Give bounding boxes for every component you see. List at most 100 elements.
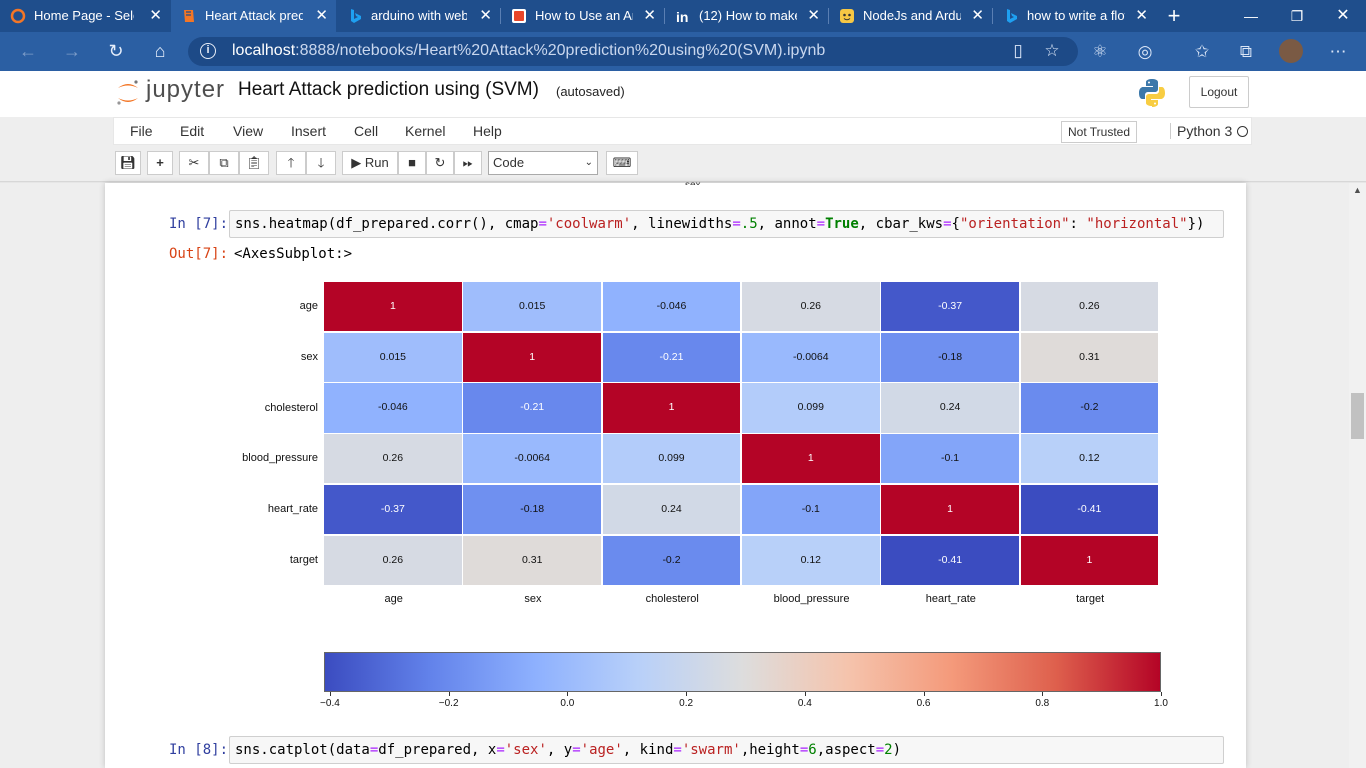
cut-icon[interactable]: ✂ (179, 151, 209, 175)
heatmap-column-label: sex (524, 593, 542, 606)
menu-edit[interactable]: Edit (180, 123, 204, 139)
logout-button[interactable]: Logout (1189, 76, 1249, 108)
copy-icon[interactable]: ⧉ (209, 151, 239, 175)
browser-tab[interactable]: how to write a flov ✕ (993, 0, 1156, 32)
tab-title: Heart Attack predi (205, 8, 303, 23)
close-icon[interactable]: ✕ (643, 0, 656, 32)
run-icon: ▶ (351, 155, 365, 170)
colorbar-tick-label: 0.4 (797, 698, 812, 709)
colorbar-tick-mark (686, 692, 688, 696)
tab-title: (12) How to make (699, 8, 797, 23)
back-icon[interactable]: ← (8, 32, 48, 71)
close-icon[interactable]: ✕ (1135, 0, 1148, 32)
heatmap-cell: 0.31 (463, 535, 602, 585)
menu-view[interactable]: View (233, 123, 263, 139)
code-cell-input[interactable]: sns.heatmap(df_prepared.corr(), cmap='co… (229, 210, 1224, 238)
insert-cell-icon[interactable]: + (147, 151, 173, 175)
close-icon[interactable]: ✕ (149, 0, 162, 32)
profile-avatar[interactable] (1279, 39, 1303, 63)
forward-icon[interactable]: → (52, 32, 92, 71)
paste-icon[interactable]: 📋︎ (239, 151, 269, 175)
jupyter-brand[interactable]: jupyter (146, 76, 225, 104)
refresh-icon[interactable]: ↻ (96, 32, 136, 71)
restore-icon[interactable]: ❐ (1274, 0, 1320, 32)
heatmap-cell: 0.26 (324, 434, 462, 484)
browser-tab[interactable]: How to Use an Arc ✕ (501, 0, 664, 32)
notebook-title[interactable]: Heart Attack prediction using (SVM) (238, 79, 539, 101)
colorbar-tick-label: 0.0 (560, 698, 575, 709)
heatmap-cell: -0.1 (741, 484, 880, 534)
menu-help[interactable]: Help (473, 123, 502, 139)
heatmap-row-label: sex (300, 351, 318, 364)
code-cell-input[interactable]: sns.catplot(data=df_prepared, x='sex', y… (229, 736, 1224, 764)
cell-type-select[interactable]: Code ⌄ (488, 151, 598, 175)
close-icon[interactable]: ✕ (315, 0, 328, 32)
home-icon[interactable]: ⌂ (140, 32, 180, 71)
browser-tab[interactable]: Home Page - Sele ✕ (0, 0, 170, 32)
page-scrollbar[interactable] (1349, 183, 1366, 768)
menu-insert[interactable]: Insert (291, 123, 326, 139)
minimize-icon[interactable]: — (1228, 0, 1274, 32)
colorbar-tick-label: 0.6 (916, 698, 931, 709)
url-text[interactable]: localhost:8888/notebooks/Heart%20Attack%… (232, 42, 825, 60)
jupyter-header: jupyter Heart Attack prediction using (S… (0, 71, 1366, 117)
input-prompt: In [8]: (169, 742, 229, 758)
python-logo-icon (1139, 79, 1165, 107)
window-close-icon[interactable]: ✕ (1320, 0, 1366, 32)
jupyter-logo-icon[interactable] (116, 79, 140, 107)
colorbar (324, 652, 1161, 692)
menu-kernel[interactable]: Kernel (405, 123, 445, 139)
heatmap-cell: -0.37 (324, 484, 462, 534)
command-palette-icon[interactable]: ⌨ (606, 151, 638, 175)
collections-icon[interactable]: ⧉ (1234, 40, 1258, 64)
browser-tab[interactable]: NodeJs and Arduir ✕ (829, 0, 992, 32)
linkedin-icon: in (676, 9, 688, 24)
colorbar-tick-label: 0.2 (679, 698, 694, 709)
heatmap-cell: 0.26 (1020, 282, 1159, 332)
scrollbar-thumb[interactable] (1351, 393, 1364, 439)
restart-icon[interactable]: ↻ (426, 151, 454, 175)
browser-tab-strip: Home Page - Sele ✕ Heart Attack predi ✕ … (0, 0, 1366, 32)
heatmap-row-label: blood_pressure (242, 452, 318, 465)
extension-target-icon[interactable]: ◎ (1133, 40, 1157, 64)
move-up-icon[interactable]: 🡑 (276, 151, 306, 175)
orange-ring-icon (10, 8, 26, 24)
close-icon[interactable]: ✕ (479, 0, 492, 32)
interrupt-icon[interactable]: ■ (398, 151, 426, 175)
menu-cell[interactable]: Cell (354, 123, 378, 139)
run-button[interactable]: ▶ Run (342, 151, 398, 175)
close-icon[interactable]: ✕ (971, 0, 984, 32)
close-icon[interactable]: ✕ (807, 0, 820, 32)
restart-run-all-icon[interactable]: ⏩︎ (454, 151, 482, 175)
heatmap-cell: 0.099 (741, 383, 880, 433)
react-devtools-icon[interactable]: ⚛ (1088, 40, 1112, 64)
notebook-icon (184, 10, 194, 22)
trust-status-button[interactable]: Not Trusted (1061, 121, 1138, 143)
notebook-page: sex In [7]: sns.heatmap(df_prepared.corr… (105, 180, 1246, 768)
browser-tab-active[interactable]: Heart Attack predi ✕ (171, 0, 336, 32)
scroll-up-icon[interactable]: ▲ (1349, 183, 1366, 197)
menu-file[interactable]: File (130, 123, 153, 139)
tab-title: Home Page - Sele (34, 8, 134, 23)
reader-mode-icon[interactable]: ▯ (1006, 39, 1030, 63)
site-info-icon[interactable]: i (200, 43, 216, 59)
new-tab-icon[interactable]: + (1162, 0, 1186, 32)
notebook-toolbar: 💾︎ + ✂ ⧉ 📋︎ 🡑 🡓 ▶ Run ■ ↻ ⏩︎ Code ⌄ ⌨ (113, 149, 1252, 179)
more-menu-icon[interactable]: ⋯ (1326, 40, 1350, 64)
tab-title: NodeJs and Arduir (863, 8, 961, 23)
browser-tab[interactable]: in (12) How to make ✕ (665, 0, 828, 32)
heatmap-cell: 1 (1020, 535, 1159, 585)
browser-tab[interactable]: arduino with web ✕ (337, 0, 500, 32)
url-path: :8888/notebooks/Heart%20Attack%20predict… (295, 42, 826, 59)
colorbar-tick-mark (567, 692, 569, 696)
heatmap-cell: -0.2 (602, 535, 741, 585)
heatmap-row-label: target (289, 553, 318, 566)
favorites-icon[interactable]: ✩ (1190, 40, 1214, 64)
save-icon[interactable]: 💾︎ (115, 151, 141, 175)
move-down-icon[interactable]: 🡓 (306, 151, 336, 175)
address-bar[interactable]: i localhost:8888/notebooks/Heart%20Attac… (188, 37, 1078, 66)
tab-title: How to Use an Arc (535, 8, 633, 23)
kernel-name[interactable]: Python 3 (1170, 123, 1232, 139)
add-favorite-icon[interactable]: ☆ (1040, 39, 1064, 63)
colorbar-tick-mark (1161, 692, 1162, 696)
